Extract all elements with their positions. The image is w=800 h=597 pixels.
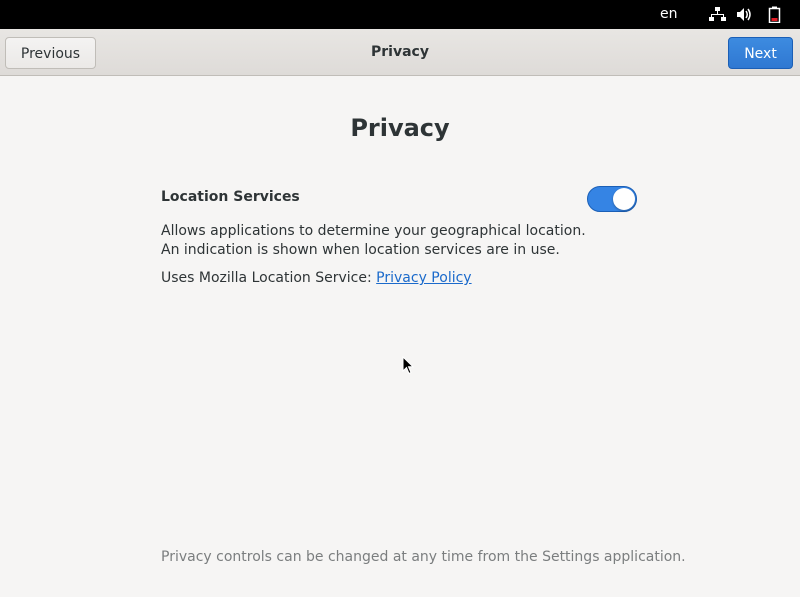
top-bar: en <box>0 0 800 29</box>
location-services-toggle[interactable] <box>587 186 637 212</box>
page-title: Privacy <box>350 114 450 142</box>
toggle-knob <box>613 188 635 210</box>
service-prefix: Uses Mozilla Location Service: <box>161 270 377 286</box>
location-services-description: Allows applications to determine your ge… <box>161 223 586 258</box>
privacy-policy-link[interactable]: Privacy Policy <box>376 270 471 286</box>
footer-note: Privacy controls can be changed at any t… <box>161 549 686 565</box>
battery-icon[interactable] <box>766 6 783 23</box>
location-service-provider: Uses Mozilla Location Service: Privacy P… <box>161 270 472 286</box>
language-indicator[interactable]: en <box>660 6 678 22</box>
header-title: Privacy <box>371 44 429 60</box>
next-button[interactable]: Next <box>728 37 793 69</box>
location-services-label: Location Services <box>161 189 300 205</box>
volume-icon[interactable] <box>736 6 753 23</box>
network-wired-icon[interactable] <box>709 6 726 23</box>
header-bar: Previous Privacy Next <box>0 29 800 76</box>
mouse-pointer-icon <box>402 356 414 375</box>
